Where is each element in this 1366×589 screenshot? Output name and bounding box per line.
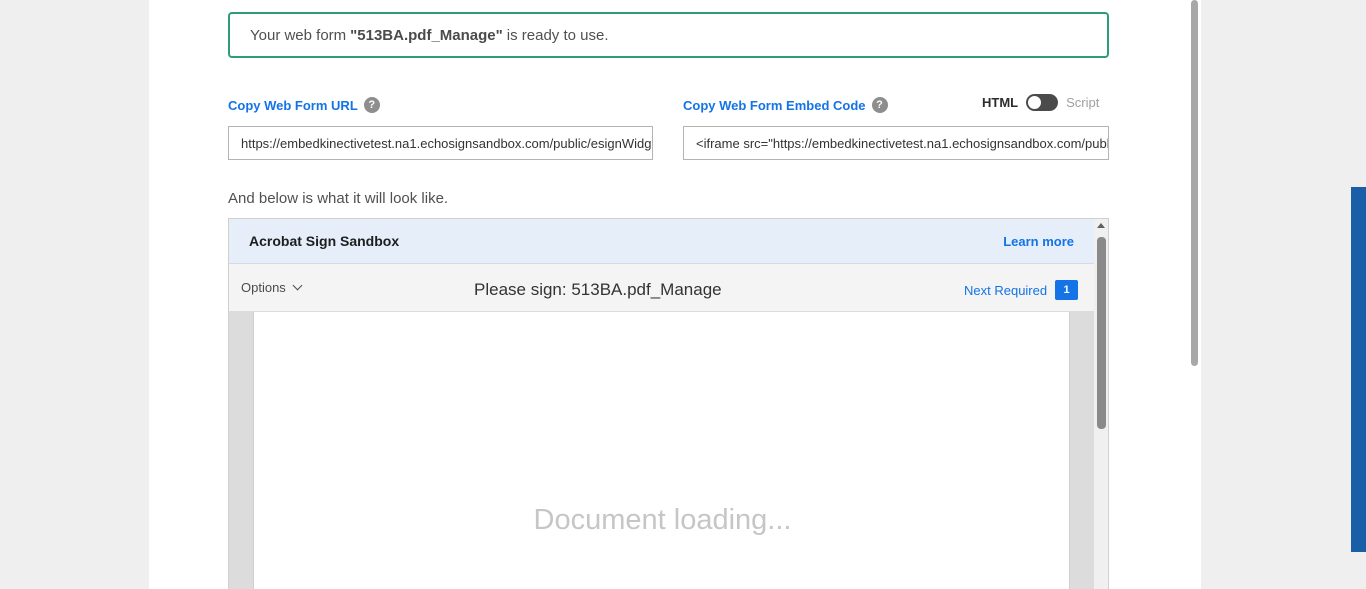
embed-label: Copy Web Form Embed Code ? <box>683 97 888 113</box>
preview-toolbar: Options Please sign: 513BA.pdf_Manage Ne… <box>229 264 1094 312</box>
required-count-badge: 1 <box>1055 280 1079 300</box>
embed-help-icon[interactable]: ? <box>871 97 888 113</box>
embed-label-text: Copy Web Form Embed Code <box>683 97 866 113</box>
embed-code-field[interactable]: <iframe src="https://embedkinectivetest.… <box>683 126 1109 160</box>
page-scrollbar-thumb[interactable] <box>1191 0 1198 366</box>
html-script-toggle[interactable] <box>1026 94 1059 111</box>
banner-suffix: is ready to use. <box>506 26 609 44</box>
document-title: Please sign: 513BA.pdf_Manage <box>474 280 722 299</box>
document-page: Document loading... <box>253 312 1070 589</box>
learn-more-link[interactable]: Learn more <box>1003 234 1074 249</box>
options-menu[interactable]: Options <box>241 280 303 295</box>
form-preview: Acrobat Sign Sandbox Learn more Options … <box>228 218 1109 589</box>
format-toggle: HTML Script <box>982 94 1099 111</box>
next-required-label: Next Required <box>964 282 1048 298</box>
url-help-icon[interactable]: ? <box>363 97 380 113</box>
toggle-script-label[interactable]: Script <box>1066 95 1099 110</box>
page-scrollbar[interactable] <box>1188 0 1201 589</box>
next-required-button[interactable]: Next Required 1 <box>964 280 1079 300</box>
preview-header: Acrobat Sign Sandbox Learn more <box>229 219 1094 264</box>
web-form-url-field[interactable]: https://embedkinectivetest.na1.echosigns… <box>228 126 653 160</box>
url-label: Copy Web Form URL ? <box>228 97 380 113</box>
side-panel-edge <box>1351 187 1366 552</box>
toggle-html-label[interactable]: HTML <box>982 95 1018 110</box>
document-loading-text: Document loading... <box>533 504 792 536</box>
banner-prefix: Your web form <box>250 26 347 44</box>
preview-scrollbar-thumb[interactable] <box>1097 237 1106 429</box>
scroll-up-arrow-icon[interactable] <box>1097 223 1105 228</box>
preview-scrollbar[interactable] <box>1094 219 1108 589</box>
preview-brand: Acrobat Sign Sandbox <box>249 233 400 249</box>
banner-form-name: "513BA.pdf_Manage" <box>350 26 503 44</box>
chevron-down-icon <box>292 280 303 291</box>
preview-caption: And below is what it will look like. <box>228 190 449 207</box>
url-label-text: Copy Web Form URL <box>228 97 358 113</box>
options-label: Options <box>241 280 286 295</box>
success-banner: Your web form "513BA.pdf_Manage" is read… <box>228 12 1109 58</box>
